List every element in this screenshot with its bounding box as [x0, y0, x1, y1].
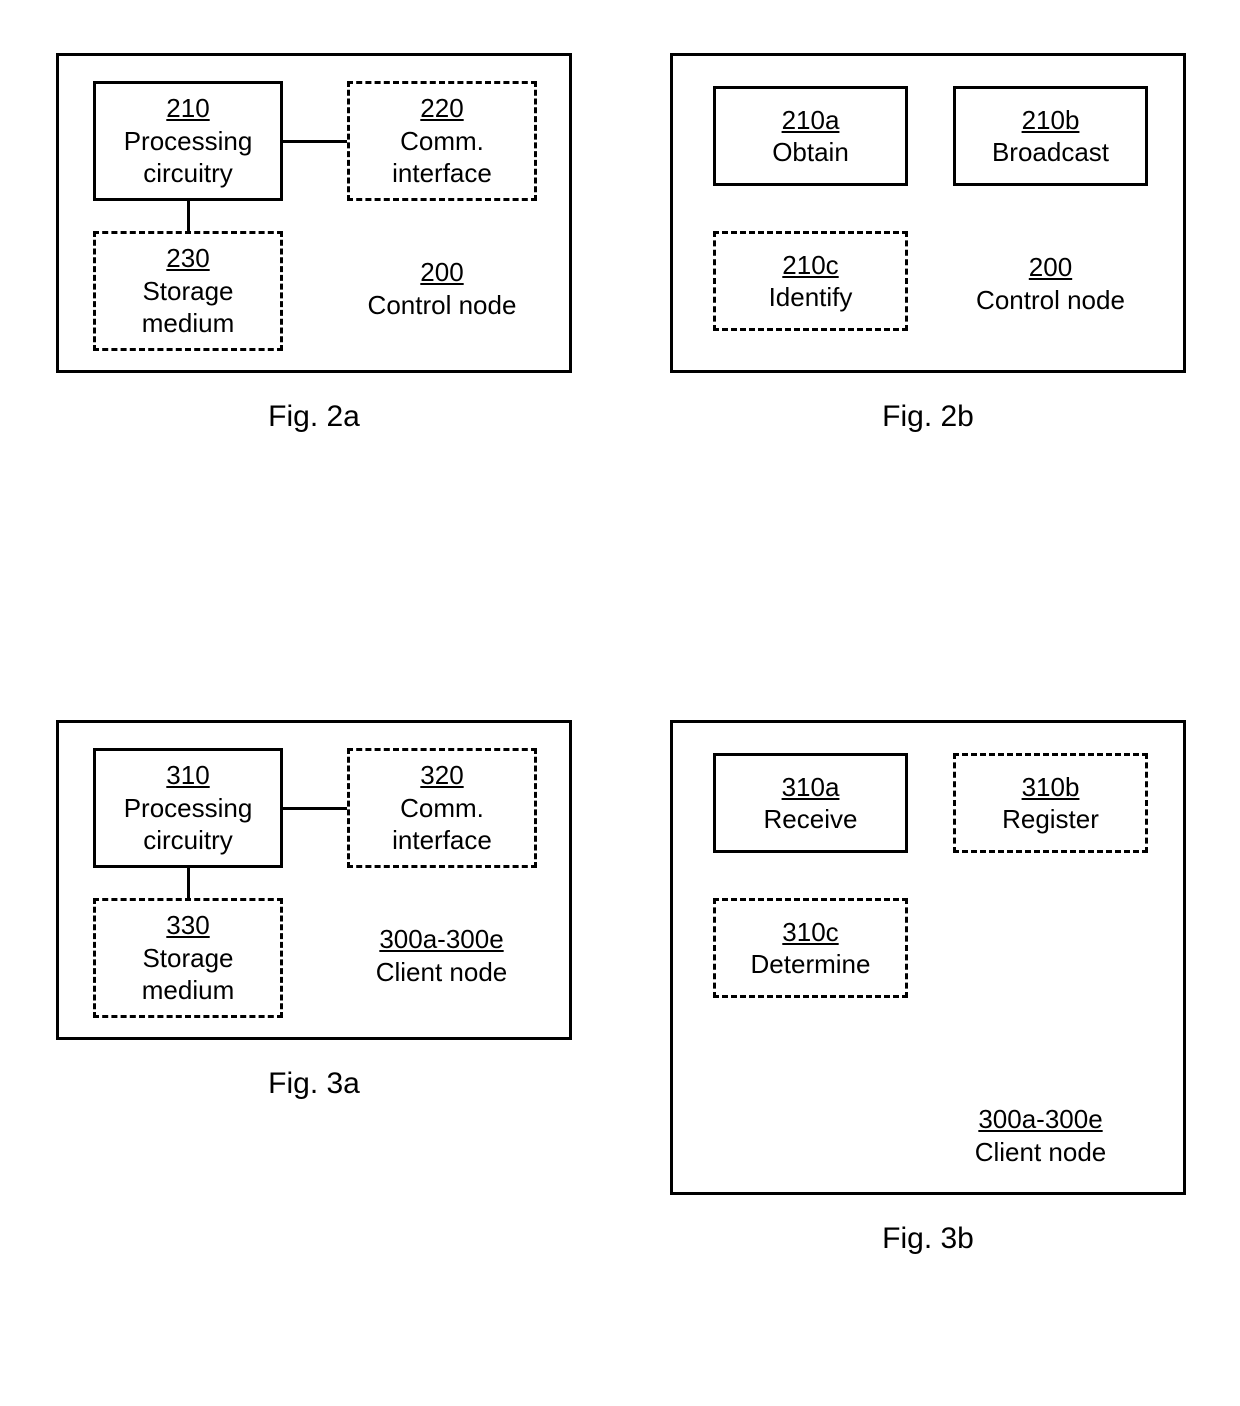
label-210: Processing circuitry — [124, 125, 253, 190]
ref-200-2a: 200 — [420, 257, 463, 287]
box-320: 320 Comm. interface — [347, 748, 537, 868]
ref-210a: 210a — [782, 104, 840, 137]
label-300-3b: Client node — [975, 1137, 1107, 1167]
caption-fig2b: Fig. 2b — [670, 400, 1186, 434]
ref-210: 210 — [166, 92, 209, 125]
caption-fig2a: Fig. 2a — [56, 400, 572, 434]
label-220: Comm. interface — [392, 125, 492, 190]
box-210b: 210b Broadcast — [953, 86, 1148, 186]
ref-220: 220 — [420, 92, 463, 125]
ref-300-3a: 300a-300e — [379, 924, 503, 954]
box-310a: 310a Receive — [713, 753, 908, 853]
caption-fig3b: Fig. 3b — [670, 1222, 1186, 1256]
ref-230: 230 — [166, 242, 209, 275]
panel-fig2b: 210a Obtain 210b Broadcast 210c Identify… — [670, 53, 1186, 373]
ref-210c: 210c — [782, 249, 838, 282]
ref-310a: 310a — [782, 771, 840, 804]
label-200-2b: Control node — [976, 285, 1125, 315]
label-210c: Identify — [769, 281, 853, 314]
box-210c: 210c Identify — [713, 231, 908, 331]
label-310a: Receive — [764, 803, 858, 836]
label-310b: Register — [1002, 803, 1099, 836]
box-330: 330 Storage medium — [93, 898, 283, 1018]
ref-320: 320 — [420, 759, 463, 792]
panel-fig2a: 210 Processing circuitry 220 Comm. inter… — [56, 53, 572, 373]
label-210a: Obtain — [772, 136, 849, 169]
panel-fig3b: 310a Receive 310b Register 310c Determin… — [670, 720, 1186, 1195]
box-310c: 310c Determine — [713, 898, 908, 998]
box-310b: 310b Register — [953, 753, 1148, 853]
label-330: Storage medium — [142, 942, 234, 1007]
label-230: Storage medium — [142, 275, 234, 340]
box-210a: 210a Obtain — [713, 86, 908, 186]
label-300-3a: Client node — [376, 957, 508, 987]
connector-310-320 — [283, 807, 347, 810]
label-200-2a: Control node — [368, 290, 517, 320]
ref-310: 310 — [166, 759, 209, 792]
ref-310c: 310c — [782, 916, 838, 949]
ref-210b: 210b — [1022, 104, 1080, 137]
panel-fig3a: 310 Processing circuitry 320 Comm. inter… — [56, 720, 572, 1040]
node-label-3b: 300a-300e Client node — [933, 1103, 1148, 1168]
connector-310-330 — [187, 868, 190, 898]
label-210b: Broadcast — [992, 136, 1109, 169]
box-210: 210 Processing circuitry — [93, 81, 283, 201]
connector-210-220 — [283, 140, 347, 143]
node-label-2a: 200 Control node — [347, 256, 537, 321]
label-310: Processing circuitry — [124, 792, 253, 857]
node-label-3a: 300a-300e Client node — [334, 923, 549, 988]
ref-200-2b: 200 — [1029, 252, 1072, 282]
ref-330: 330 — [166, 909, 209, 942]
node-label-2b: 200 Control node — [953, 251, 1148, 316]
label-310c: Determine — [751, 948, 871, 981]
ref-300-3b: 300a-300e — [978, 1104, 1102, 1134]
box-220: 220 Comm. interface — [347, 81, 537, 201]
connector-210-230 — [187, 201, 190, 231]
label-320: Comm. interface — [392, 792, 492, 857]
ref-310b: 310b — [1022, 771, 1080, 804]
box-230: 230 Storage medium — [93, 231, 283, 351]
caption-fig3a: Fig. 3a — [56, 1067, 572, 1101]
box-310: 310 Processing circuitry — [93, 748, 283, 868]
